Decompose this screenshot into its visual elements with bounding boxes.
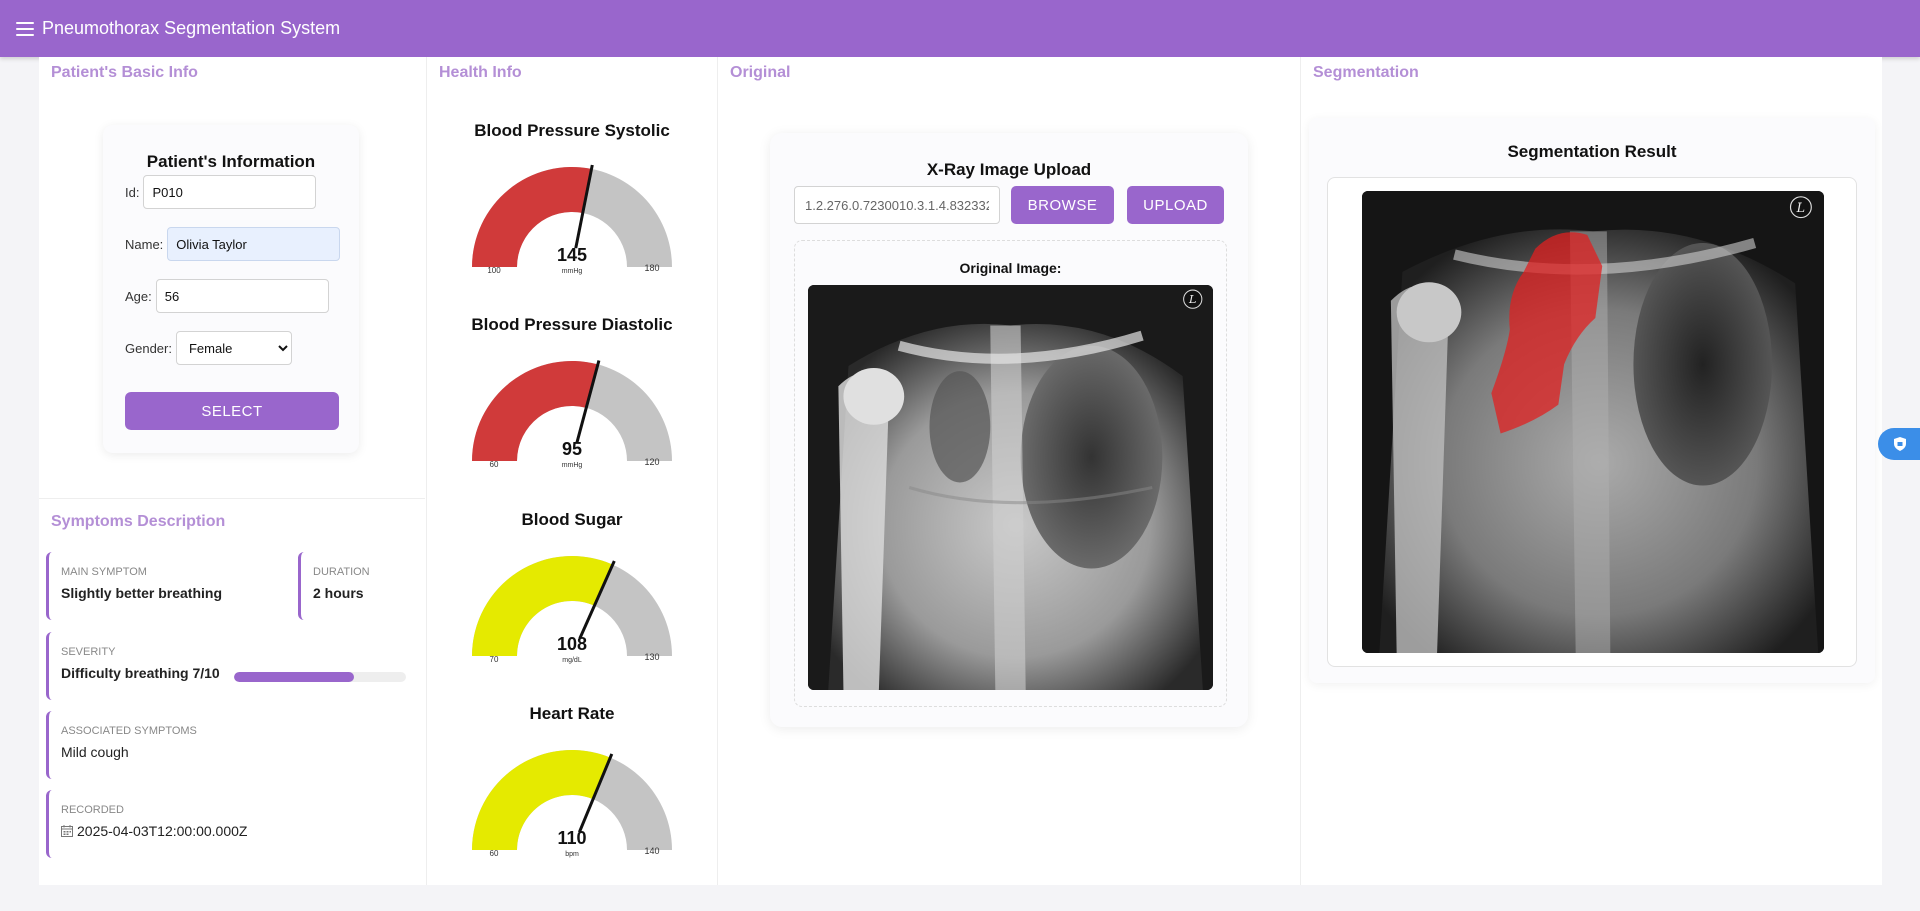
recorded-card: RECORDED 2025-04-03T12:00:00.000Z: [46, 790, 418, 858]
severity-progress-fill: [234, 672, 355, 682]
calendar-icon: [61, 825, 73, 837]
gauge-title-heart-rate: Heart Rate: [529, 704, 615, 723]
gauge-max-label: 140: [644, 846, 659, 856]
gauge-systolic: 145 mmHg 100 180: [472, 157, 672, 317]
original-column: Original X-Ray Image Upload BROWSE UPLOA…: [717, 57, 1299, 885]
duration-value: 2 hours: [313, 585, 364, 601]
section-title-health-info: Health Info: [439, 64, 522, 81]
associated-symptoms-card: ASSOCIATED SYMPTOMS Mild cough: [46, 711, 418, 779]
gauge-svg-diastolic: 95 mmHg 60 120: [472, 360, 672, 469]
upload-button[interactable]: UPLOAD: [1127, 186, 1224, 224]
gauge-unit: mg/dL: [562, 657, 582, 664]
segmentation-image: L: [1362, 191, 1824, 653]
id-label: Id:: [125, 184, 140, 200]
age-field[interactable]: [155, 279, 329, 313]
gauge-blood-sugar: 108 mg/dL 70 130: [472, 546, 672, 706]
patient-card-heading: Patient's Information: [146, 152, 316, 171]
duration-card: DURATION 2 hours: [298, 552, 418, 620]
file-path-input[interactable]: [794, 186, 1000, 224]
duration-label: DURATION: [313, 566, 370, 578]
select-button[interactable]: SELECT: [125, 392, 339, 430]
name-label: Name:: [125, 236, 164, 252]
side-helper-tab[interactable]: [1878, 428, 1920, 460]
main-symptom-label: MAIN SYMPTOM: [61, 566, 147, 578]
app-title: Pneumothorax Segmentation System: [42, 18, 341, 38]
section-title-original: Original: [730, 64, 791, 81]
associated-value: Mild cough: [61, 744, 129, 760]
id-row: Id:: [125, 175, 317, 209]
segmentation-heading: Segmentation Result: [1507, 142, 1677, 161]
gauge-unit: mmHg: [562, 462, 583, 469]
section-title-segmentation: Segmentation: [1313, 64, 1419, 81]
gauge-value: 95: [562, 439, 582, 459]
gauge-value-arc: [472, 749, 611, 850]
id-field[interactable]: [143, 175, 317, 209]
gender-select[interactable]: Female: [175, 331, 292, 365]
recorded-value: 2025-04-03T12:00:00.000Z: [77, 823, 248, 839]
gauge-title-blood-sugar: Blood Sugar: [521, 510, 623, 529]
recorded-label: RECORDED: [61, 804, 124, 816]
app-bar: Pneumothorax Segmentation System: [0, 0, 1920, 57]
section-title-basic-info: Patient's Basic Info: [51, 64, 198, 81]
patient-column: Patient's Basic Info Patient's Informati…: [39, 57, 425, 885]
preview-caption: Original Image:: [959, 260, 1062, 276]
age-label: Age:: [125, 288, 152, 304]
health-column: Health Info Blood Pressure Systolic 145 m…: [426, 57, 716, 885]
gauge-svg-systolic: 145 mmHg 100 180: [472, 164, 672, 275]
gauge-unit: mmHg: [562, 268, 583, 275]
upload-heading: X-Ray Image Upload: [926, 160, 1092, 179]
original-xray-image: L: [808, 285, 1213, 690]
gauge-max-label: 120: [644, 457, 659, 467]
recorded-row: 2025-04-03T12:00:00.000Z: [61, 823, 406, 839]
main-content: Patient's Basic Info Patient's Informati…: [39, 57, 1882, 885]
segmentation-frame: L: [1327, 177, 1857, 667]
original-preview: Original Image: L: [794, 240, 1227, 707]
main-symptom-card: MAIN SYMPTOM Slightly better breathing: [46, 552, 292, 620]
gauge-value-arc: [472, 556, 613, 656]
column-divider: [39, 498, 425, 499]
main-symptom-value: Slightly better breathing: [61, 585, 223, 601]
shield-icon: [1894, 437, 1906, 451]
gender-label: Gender:: [125, 340, 172, 356]
gauge-unit: bpm: [565, 851, 579, 858]
name-row: Name:: [125, 227, 341, 261]
gauge-max-label: 180: [644, 263, 659, 273]
browse-button[interactable]: BROWSE: [1011, 186, 1114, 224]
gauge-min-label: 100: [487, 266, 501, 275]
gender-row: Gender: Female: [125, 331, 292, 365]
gauge-value: 110: [557, 828, 586, 848]
gauge-max-label: 130: [644, 652, 659, 662]
upload-panel: X-Ray Image Upload BROWSE UPLOAD Origina…: [770, 133, 1248, 727]
segmentation-column: Segmentation Segmentation Result L: [1300, 57, 1882, 885]
age-row: Age:: [125, 279, 329, 313]
gauge-svg-blood-sugar: 108 mg/dL 70 130: [472, 556, 672, 664]
gauge-min-label: 60: [490, 460, 499, 469]
associated-label: ASSOCIATED SYMPTOMS: [61, 725, 197, 737]
gauge-min-label: 70: [490, 655, 499, 664]
svg-text:L: L: [1188, 293, 1196, 306]
severity-progress: [234, 672, 406, 682]
severity-label: SEVERITY: [61, 646, 116, 658]
section-title-symptoms: Symptoms Description: [51, 513, 226, 530]
name-field[interactable]: [167, 227, 341, 261]
menu-icon[interactable]: [16, 21, 34, 36]
gauge-value: 145: [557, 245, 587, 265]
gauge-diastolic: 95 mmHg 60 120: [472, 351, 672, 511]
segmentation-card: Segmentation Result L: [1309, 118, 1875, 683]
gauge-value: 108: [557, 634, 587, 654]
patient-card: Patient's Information Id: Name: Age: Gen…: [103, 125, 359, 453]
gauge-svg-heart-rate: 110 bpm 60 140: [472, 749, 672, 858]
gauge-title-diastolic: Blood Pressure Diastolic: [471, 315, 673, 334]
severity-card: SEVERITY Difficulty breathing 7/10: [46, 632, 418, 700]
gauge-title-systolic: Blood Pressure Systolic: [474, 121, 670, 140]
gauge-min-label: 60: [490, 849, 499, 858]
svg-text:L: L: [1796, 200, 1805, 215]
gauge-heart-rate: 110 bpm 60 140: [472, 740, 672, 900]
